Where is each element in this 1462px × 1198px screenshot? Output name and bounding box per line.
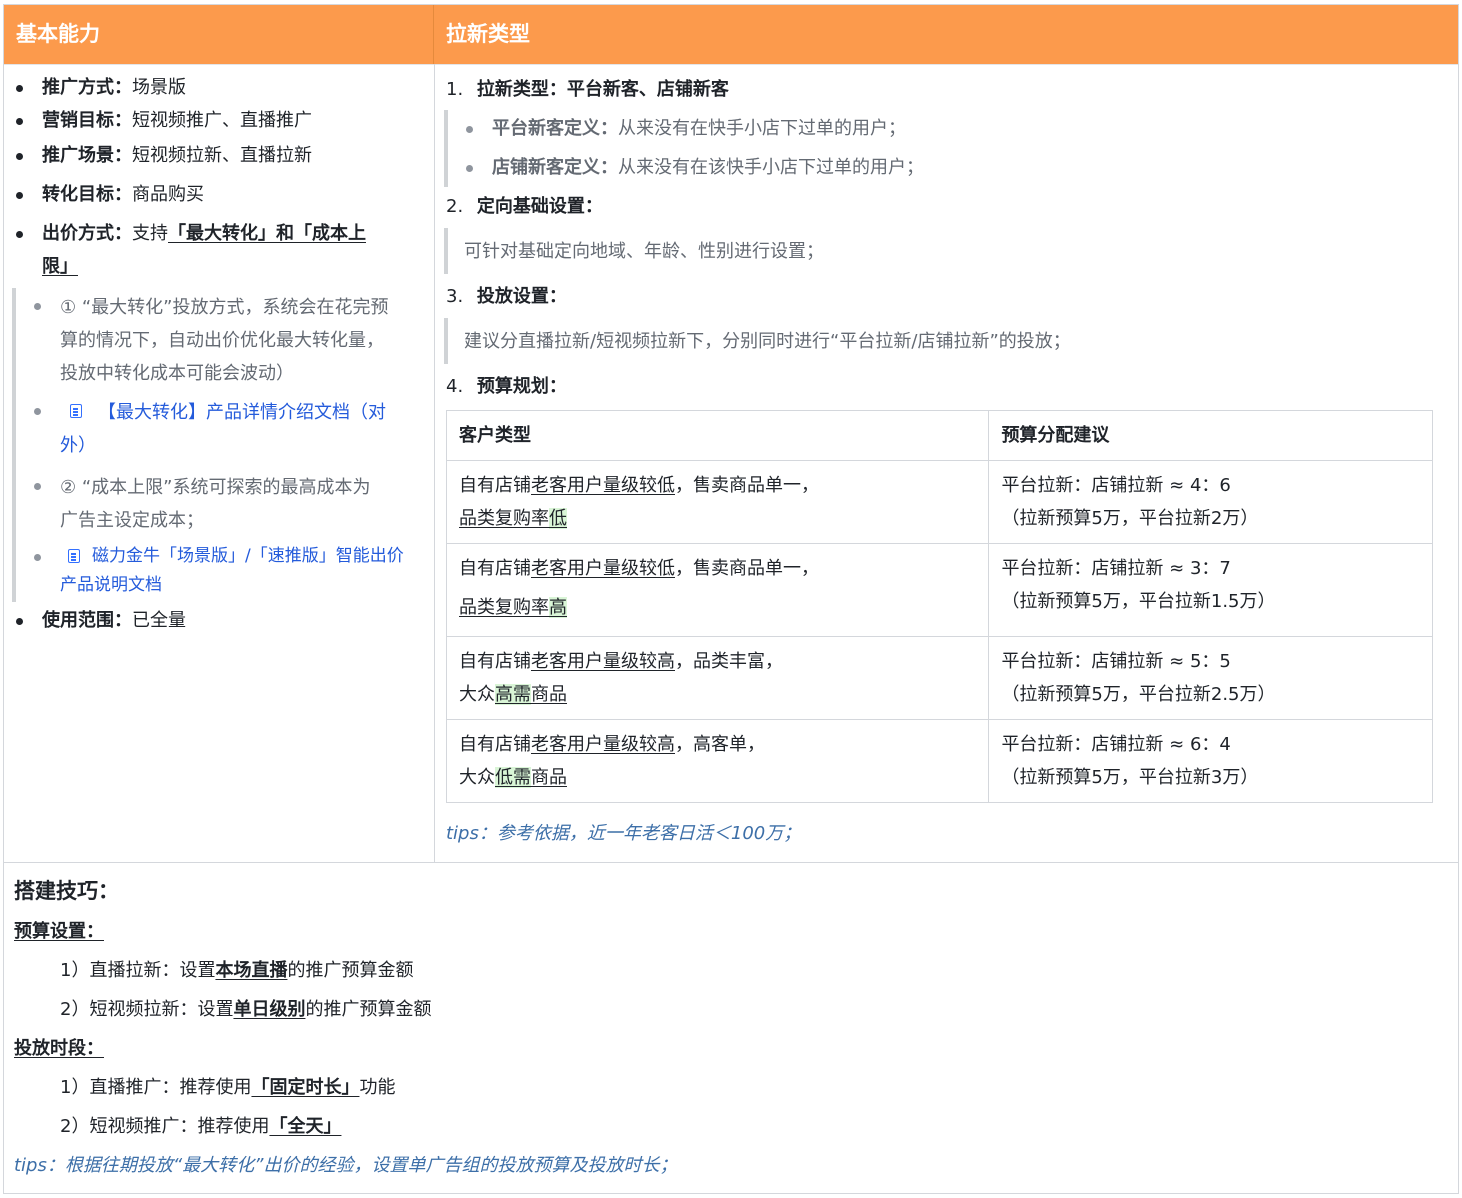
build-tips-title: 搭建技巧： [14, 879, 119, 903]
divider [4, 64, 1458, 65]
budget-settings-title: 预算设置： [14, 921, 104, 942]
bottom-tips: tips：根据往期投放“最大转化”出价的经验，设置单广告组的投放预算及投放时长； [14, 1155, 678, 1176]
doc-link-smart-bid[interactable]: 磁力金牛「场景版」/「速推版」智能出价 产品说明文档 [60, 542, 404, 600]
list-item: 推广场景：短视频拉新、直播拉新 [42, 145, 312, 166]
bullet [16, 231, 23, 238]
section-2-heading: 2. 定向基础设置： [446, 196, 603, 217]
bid-method-link-cont[interactable]: 限」 [42, 253, 78, 281]
note-max-conversion: ① “最大转化”投放方式，系统会在花完预 算的情况下，自动出价优化最大转化量， … [60, 297, 389, 384]
budget-tip-2: 2）短视频拉新：设置单日级别的推广预算金额 [60, 999, 432, 1020]
header-budget-advice: 预算分配建议 [988, 410, 1433, 461]
section-4-heading: 4. 预算规划： [446, 376, 567, 397]
item-value: 短视频拉新、直播拉新 [132, 145, 312, 166]
item-label: 推广场景 [42, 145, 114, 166]
table-row: 自有店铺老客用户量级较低，售卖商品单一， 品类复购率高 平台拉新：店铺拉新 ≈ … [445, 543, 1433, 637]
bullet [16, 85, 23, 92]
table-row: 自有店铺老客用户量级较高，高客单， 大众低需商品 平台拉新：店铺拉新 ≈ 6：4… [445, 719, 1433, 803]
bullet [34, 483, 41, 490]
delivery-text: 建议分直播拉新/短视频拉新下，分别同时进行“平台拉新/店铺拉新”的投放； [464, 331, 1071, 352]
bullet [16, 118, 23, 125]
delivery-time-title: 投放时段： [14, 1038, 104, 1059]
bullet [34, 408, 41, 415]
item-label: 使用范围 [42, 610, 114, 631]
bullet [16, 618, 23, 625]
bullet [466, 165, 473, 172]
bullet [16, 153, 23, 160]
row-divider [4, 862, 1458, 863]
platform-new-definition: 平台新客定义：从来没有在快手小店下过单的用户； [492, 118, 906, 139]
doc-link-max-conversion[interactable]: 【最大转化】产品详情介绍文档（对 外） [60, 396, 386, 462]
note-cost-cap: ② “成本上限”系统可探索的最高成本为 广告主设定成本； [60, 477, 371, 531]
item-value: 场景版 [132, 77, 186, 98]
table-row: 自有店铺老客用户量级较低，售卖商品单一， 品类复购率低 平台拉新：店铺拉新 ≈ … [445, 460, 1433, 544]
item-value: 短视频推广、直播推广 [132, 110, 312, 131]
time-tip-1: 1）直播推广：推荐使用「固定时长」功能 [60, 1077, 396, 1098]
section-1-heading: 1. 拉新类型：平台新客、店铺新客 [446, 79, 729, 100]
list-item: 使用范围：已全量 [42, 610, 186, 631]
item-label: 营销目标 [42, 110, 114, 131]
column-divider [434, 64, 435, 862]
bid-method-link[interactable]: 「最大转化」和「成本上 [168, 223, 366, 244]
budget-tips: tips：参考依据，近一年老客日活＜100万； [446, 823, 802, 844]
item-value: 已全量 [132, 610, 186, 631]
header-customer-type: 客户类型 [445, 410, 990, 461]
header-basic-capability: 基本能力 [4, 5, 434, 64]
quote-bar [444, 110, 448, 187]
table-header-row: 客户类型 预算分配建议 [445, 410, 1433, 461]
list-item: 转化目标：商品购买 [42, 184, 204, 205]
list-item: 营销目标：短视频推广、直播推广 [42, 110, 312, 131]
item-label: 转化目标 [42, 184, 114, 205]
list-item: 推广方式：场景版 [42, 77, 186, 98]
budget-table: 客户类型 预算分配建议 自有店铺老客用户量级较低，售卖商品单一， 品类复购率低 … [445, 410, 1433, 803]
targeting-text: 可针对基础定向地域、年龄、性别进行设置； [464, 241, 824, 262]
time-tip-2: 2）短视频推广：推荐使用「全天」 [60, 1116, 342, 1137]
bullet [34, 303, 41, 310]
bullet [466, 126, 473, 133]
item-label: 出价方式 [42, 223, 114, 244]
list-item: 出价方式：支持「最大转化」和「成本上 [42, 223, 366, 244]
quote-bar [444, 318, 448, 364]
bullet [34, 554, 41, 561]
item-label: 推广方式 [42, 77, 114, 98]
budget-tip-1: 1）直播拉新：设置本场直播的推广预算金额 [60, 960, 414, 981]
header-acquisition-type: 拉新类型 [434, 5, 1458, 64]
quote-bar [12, 288, 16, 602]
quote-bar [444, 228, 448, 274]
item-value: 商品购买 [132, 184, 204, 205]
bullet [16, 192, 23, 199]
table-row: 自有店铺老客用户量级较高，品类丰富， 大众高需商品 平台拉新：店铺拉新 ≈ 5：… [445, 636, 1433, 720]
section-3-heading: 3. 投放设置： [446, 286, 567, 307]
store-new-definition: 店铺新客定义：从来没有在该快手小店下过单的用户； [492, 157, 924, 178]
